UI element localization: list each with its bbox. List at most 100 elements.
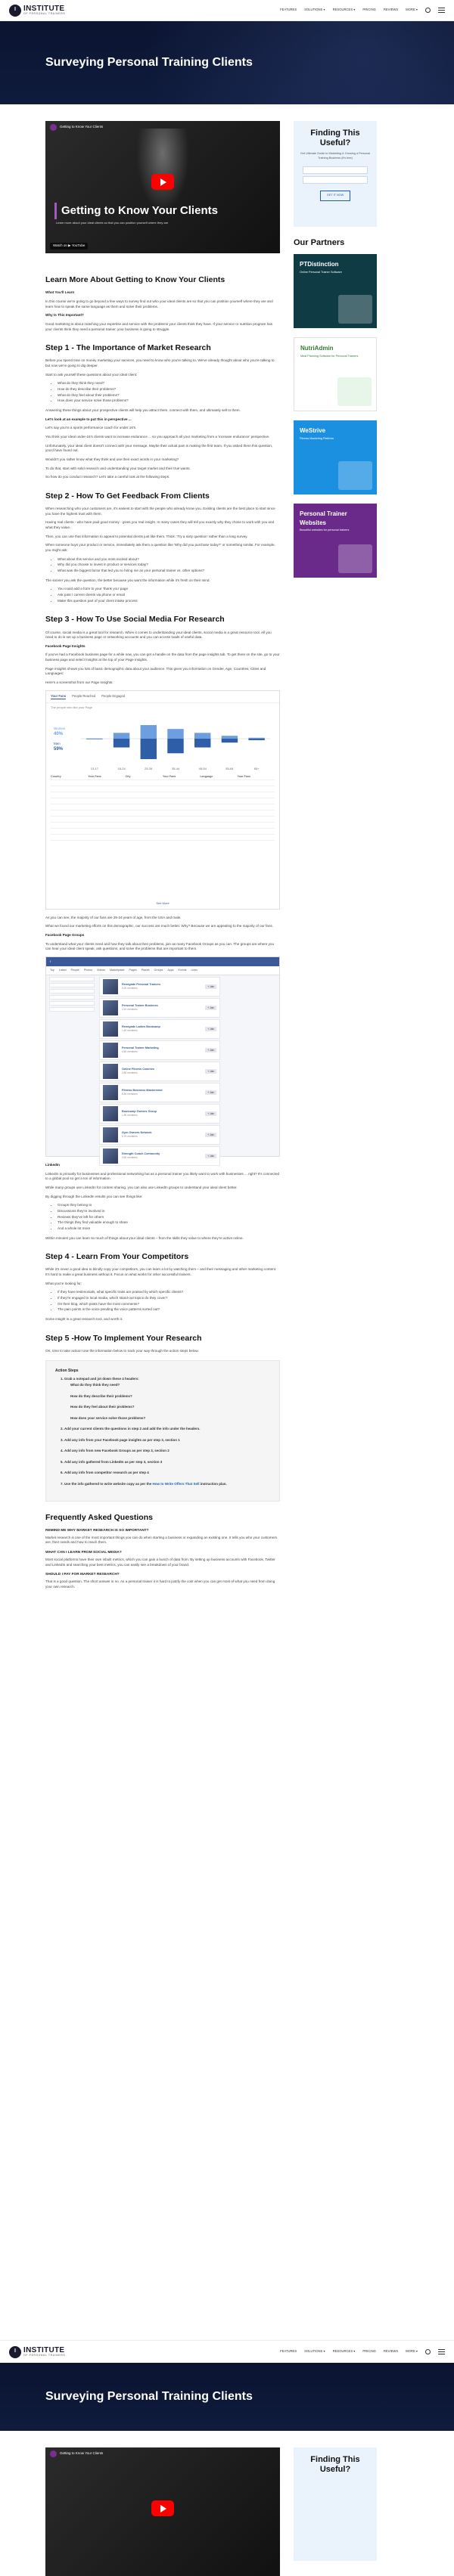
fb-tab[interactable]: Events [179, 969, 187, 972]
fb-tab[interactable]: Apps [167, 969, 173, 972]
get-it-now-button[interactable]: GET IT NOW [320, 191, 350, 201]
logo-subtitle: OF PERSONAL TRAINERS [23, 2354, 65, 2357]
site-logo[interactable]: I INSTITUTE OF PERSONAL TRAINERS [9, 2346, 65, 2358]
fb-tab[interactable]: Marketplace [110, 969, 125, 972]
group-info: Strength Coach Community3.5K members [122, 1152, 160, 1160]
join-group-button[interactable]: + Join [205, 1069, 216, 1074]
main-nav: FEATURES SOLUTIONS ▾ RESOURCES ▾ PRICING… [280, 8, 445, 13]
tab-people-reached[interactable]: People Reached [72, 694, 95, 699]
list-item: Reviews they've left for others [58, 1215, 280, 1220]
email-field[interactable] [303, 176, 368, 184]
video-player[interactable]: Getting to Know Your Clients [45, 2447, 280, 2576]
group-meta: 6.7K members [122, 1135, 151, 1139]
partner-card-pt-websites[interactable]: Personal Trainer Websites Beautiful webs… [294, 504, 377, 578]
search-result-tabs: Top Latest People Photos Videos Marketplace Pa… [46, 966, 279, 975]
fb-tab[interactable]: Groups [154, 969, 163, 972]
join-group-button[interactable]: + Join [205, 1027, 216, 1032]
list-item: The pain points is the voice pending the… [58, 1307, 280, 1313]
video-header: Getting to Know Your Clients [50, 2450, 103, 2457]
group-results: Renegade Personal Trainers5.2K members + … [99, 977, 220, 1167]
nav-features[interactable]: FEATURES [280, 8, 297, 12]
watch-on-youtube-button[interactable]: Watch on ▶ YouTube [50, 243, 88, 250]
group-info: Fitness Business Mastermind8.3K members [122, 1089, 163, 1096]
action-substep: How do they feel about their problems? [70, 1405, 270, 1410]
name-field[interactable] [303, 166, 368, 174]
hero-banner-repeat: Surveying Personal Training Clients [0, 2363, 454, 2431]
faq-question: WHAT CAN I LEARN FROM SOCIAL MEDIA? [45, 1551, 280, 1556]
site-logo[interactable]: I INSTITUTE OF PERSONAL TRAINERS [9, 5, 65, 17]
group-result-row[interactable]: Fitness Business Mastermind8.3K members +… [99, 1083, 220, 1102]
video-title: Getting to Know Your Clients [54, 203, 218, 219]
play-icon[interactable] [151, 174, 174, 190]
fb-tab[interactable]: Top [50, 969, 54, 972]
fb-tab[interactable]: Links [191, 969, 197, 972]
group-meta: 5.2K members [122, 987, 160, 990]
nav-features[interactable]: FEATURES [280, 2349, 297, 2354]
menu-icon[interactable] [438, 2349, 445, 2354]
step1-heading: Step 1 - The Importance of Market Resear… [45, 343, 280, 354]
insights-table: Country Your Fans City Your Fans Languag… [51, 774, 275, 841]
join-group-button[interactable]: + Join [205, 984, 216, 990]
group-result-row[interactable]: Personal Trainer Business3.1K members+ J… [99, 998, 220, 1018]
join-group-button[interactable]: + Join [205, 1111, 216, 1117]
fb-tab[interactable]: People [71, 969, 79, 972]
lead-magnet-title: Finding This Useful? [300, 2455, 371, 2474]
join-group-button[interactable]: + Join [205, 1154, 216, 1159]
table-row [51, 823, 275, 829]
group-result-row[interactable]: Renegade Ladies Bootcamp1.4K members+ Jo… [99, 1019, 220, 1039]
group-result-row[interactable]: Online Fitness Coaches2.8K members+ Join [99, 1062, 220, 1081]
group-result-row[interactable]: Strength Coach Community3.5K members + Jo… [99, 1146, 220, 1166]
nav-reviews[interactable]: REVIEWS [384, 8, 398, 12]
action-step-link[interactable]: How to Write Offers That Sell [153, 1482, 200, 1486]
table-header: Your Fans [238, 775, 275, 779]
join-group-button[interactable]: + Join [205, 1090, 216, 1096]
nav-pricing[interactable]: PRICING [362, 2349, 375, 2354]
action-substep: How do they describe their problems? [70, 1394, 270, 1400]
action-step-text: Add any info gathered from LinkedIn as p… [64, 1460, 162, 1464]
fb-tab[interactable]: Latest [59, 969, 67, 972]
tab-your-fans[interactable]: Your Fans [51, 694, 66, 699]
nav-solutions[interactable]: SOLUTIONS ▾ [304, 8, 325, 12]
partner-card-nutriadmin[interactable]: NutriAdmin Meal Planning Software for Pe… [294, 337, 377, 411]
action-steps-title: Action Steps [55, 1369, 270, 1374]
fb-tab[interactable]: Places [141, 969, 150, 972]
group-result-row[interactable]: Gym Owners Network6.7K members+ Join [99, 1125, 220, 1145]
video-channel-title: Getting to Know Your Clients [60, 125, 103, 130]
search-icon[interactable] [425, 2349, 431, 2354]
content-layout-repeat: Getting to Know Your Clients Finding Thi… [0, 2431, 454, 2576]
tab-people-engaged[interactable]: People Engaged [101, 694, 125, 699]
fb-tab[interactable]: Photos [84, 969, 92, 972]
legend-men: Men [54, 742, 61, 746]
partner-card-westrive[interactable]: WeStrive Fitness Marketing Platform [294, 420, 377, 494]
menu-icon[interactable] [438, 8, 445, 13]
group-result-row[interactable]: Personal Trainer Marketing4.6K members+ … [99, 1040, 220, 1060]
group-result-row[interactable]: Bootcamp Owners Group1.9K members+ Join [99, 1104, 220, 1124]
linkedin-list: Groups they belong to Discussions they'r… [58, 1203, 280, 1231]
nav-resources[interactable]: RESOURCES ▾ [333, 2349, 356, 2354]
fb-tab[interactable]: Videos [97, 969, 105, 972]
video-player[interactable]: Getting to Know Your Clients Getting to … [45, 121, 280, 253]
play-icon[interactable] [151, 2500, 174, 2516]
search-icon[interactable] [425, 8, 431, 13]
logo-text: INSTITUTE OF PERSONAL TRAINERS [23, 5, 65, 16]
nav-more[interactable]: MORE ▾ [406, 2349, 418, 2354]
join-group-button[interactable]: + Join [205, 1133, 216, 1138]
join-group-button[interactable]: + Join [205, 1048, 216, 1053]
action-step: Add any info from your Facebook page ins… [64, 1438, 270, 1443]
see-more-link[interactable]: See More [46, 901, 279, 906]
group-cover-image [103, 979, 118, 994]
page-title: Surveying Personal Training Clients [45, 54, 253, 71]
nav-resources[interactable]: RESOURCES ▾ [333, 8, 356, 12]
group-info: Renegade Personal Trainers5.2K members [122, 983, 160, 990]
group-result-row[interactable]: Renegade Personal Trainers5.2K members + … [99, 977, 220, 997]
nav-more[interactable]: MORE ▾ [406, 8, 418, 12]
fb-tab[interactable]: Pages [129, 969, 137, 972]
nav-pricing[interactable]: PRICING [362, 8, 375, 12]
join-group-button[interactable]: + Join [205, 1006, 216, 1011]
table-header: Language [200, 775, 237, 779]
list-item: Ask past / current clients via phone or … [58, 593, 280, 598]
partner-card-ptdistinction[interactable]: PTDistinction Online Personal Trainer So… [294, 254, 377, 328]
nav-reviews[interactable]: REVIEWS [384, 2349, 398, 2354]
tick-label: 65+ [254, 767, 260, 770]
nav-solutions[interactable]: SOLUTIONS ▾ [304, 2349, 325, 2354]
